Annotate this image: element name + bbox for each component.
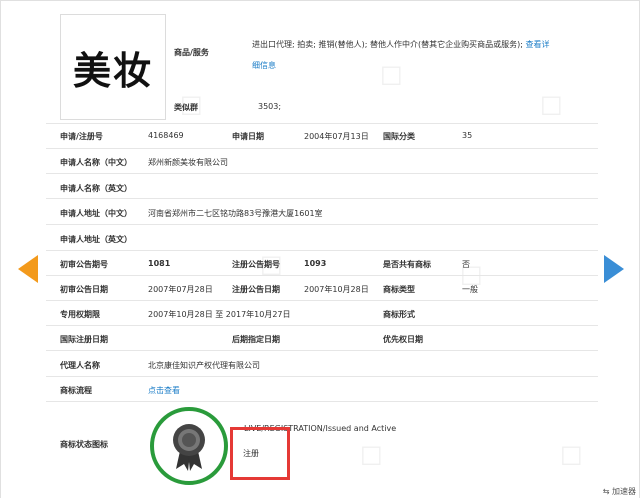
goods-services-label: 商品/服务 (174, 48, 209, 57)
seal-graphic (173, 424, 205, 471)
accelerator-label: 加速器 (612, 487, 636, 496)
intl-reg-date-label: 国际注册日期 (60, 335, 108, 344)
trademark-detail-page: □ □ □ □ □ □ □ 美妆 商品/服务 进出口代理; 拍卖; 推销(替他人… (0, 0, 640, 498)
divider (46, 325, 598, 326)
highlight-box (230, 427, 290, 480)
applicant-en-label: 申请人名称（英文） (60, 184, 132, 193)
divider (46, 350, 598, 351)
intl-class-value: 35 (462, 131, 473, 140)
view-details-link-cont[interactable]: 细信息 (252, 60, 276, 71)
reg-announce-no-value: 1093 (304, 259, 327, 268)
process-link[interactable]: 点击查看 (148, 385, 180, 396)
agent-value: 北京康佳知识产权代理有限公司 (148, 361, 260, 370)
divider (46, 173, 598, 174)
shared-value: 否 (462, 260, 470, 269)
prelim-no-value: 1081 (148, 259, 171, 268)
divider (46, 401, 598, 402)
view-details-link[interactable]: 查看详 (525, 40, 549, 49)
goods-services-value: 进出口代理; 拍卖; 推销(替他人); 替他人作中介(替其它企业购买商品或服务)… (252, 38, 582, 51)
divider (46, 376, 598, 377)
divider (46, 250, 598, 251)
divider (46, 224, 598, 225)
apply-date-value: 2004年07月13日 (304, 132, 369, 141)
apply-date-label: 申请日期 (232, 132, 264, 141)
trademark-image: 美妆 (60, 14, 166, 120)
address-cn-label: 申请人地址（中文） (60, 209, 132, 218)
next-arrow-icon[interactable] (604, 255, 624, 283)
trademark-logo-text: 美妆 (72, 48, 153, 93)
watermark: □ (560, 440, 583, 468)
applicant-cn-value: 郑州新颜美妆有限公司 (148, 158, 228, 167)
shared-label: 是否共有商标 (383, 260, 431, 269)
tm-type-label: 商标类型 (383, 285, 415, 294)
process-label: 商标流程 (60, 386, 92, 395)
similar-group-value: 3503; (258, 102, 282, 111)
similar-group-label: 类似群 (174, 103, 198, 112)
agent-label: 代理人名称 (60, 361, 100, 370)
tm-form-label: 商标形式 (383, 310, 415, 319)
intl-class-label: 国际分类 (383, 132, 415, 141)
status-cn-text: 注册 (243, 449, 259, 458)
watermark: □ (360, 440, 383, 468)
applicant-cn-label: 申请人名称（中文） (60, 158, 132, 167)
watermark: □ (540, 90, 563, 118)
address-en-label: 申请人地址（英文） (60, 235, 132, 244)
later-date-label: 后期指定日期 (232, 335, 280, 344)
reg-announce-date-label: 注册公告日期 (232, 285, 280, 294)
watermark: □ (380, 60, 403, 88)
tm-type-value: 一般 (462, 285, 478, 294)
prelim-date-value: 2007年07月28日 (148, 285, 213, 294)
top-border (0, 0, 640, 1)
divider (46, 123, 598, 124)
reg-announce-date-value: 2007年10月28日 (304, 285, 369, 294)
reg-no-label: 申请/注册号 (60, 132, 103, 141)
exclusive-value: 2007年10月28日 至 2017年10月27日 (148, 310, 291, 319)
reg-announce-no-label: 注册公告期号 (232, 260, 280, 269)
registered-seal-icon (150, 407, 228, 485)
prev-arrow-icon[interactable] (18, 255, 38, 283)
priority-label: 优先权日期 (383, 335, 423, 344)
divider (46, 275, 598, 276)
divider (46, 198, 598, 199)
address-cn-value: 河南省郑州市二七区铭功路83号豫港大厦1601室 (148, 209, 323, 218)
divider (46, 300, 598, 301)
prelim-date-label: 初审公告日期 (60, 285, 108, 294)
accelerator-icon: ⇆ (602, 487, 610, 496)
prelim-no-label: 初审公告期号 (60, 260, 108, 269)
divider (46, 148, 598, 149)
status-label: 商标状态图标 (60, 440, 108, 449)
goods-services-text: 进出口代理; 拍卖; 推销(替他人); 替他人作中介(替其它企业购买商品或服务)… (252, 40, 523, 49)
left-border (0, 0, 1, 498)
reg-no-value: 4168469 (148, 131, 184, 140)
exclusive-label: 专用权期限 (60, 310, 100, 319)
accelerator-badge[interactable]: ⇆ 加速器 (603, 486, 636, 497)
